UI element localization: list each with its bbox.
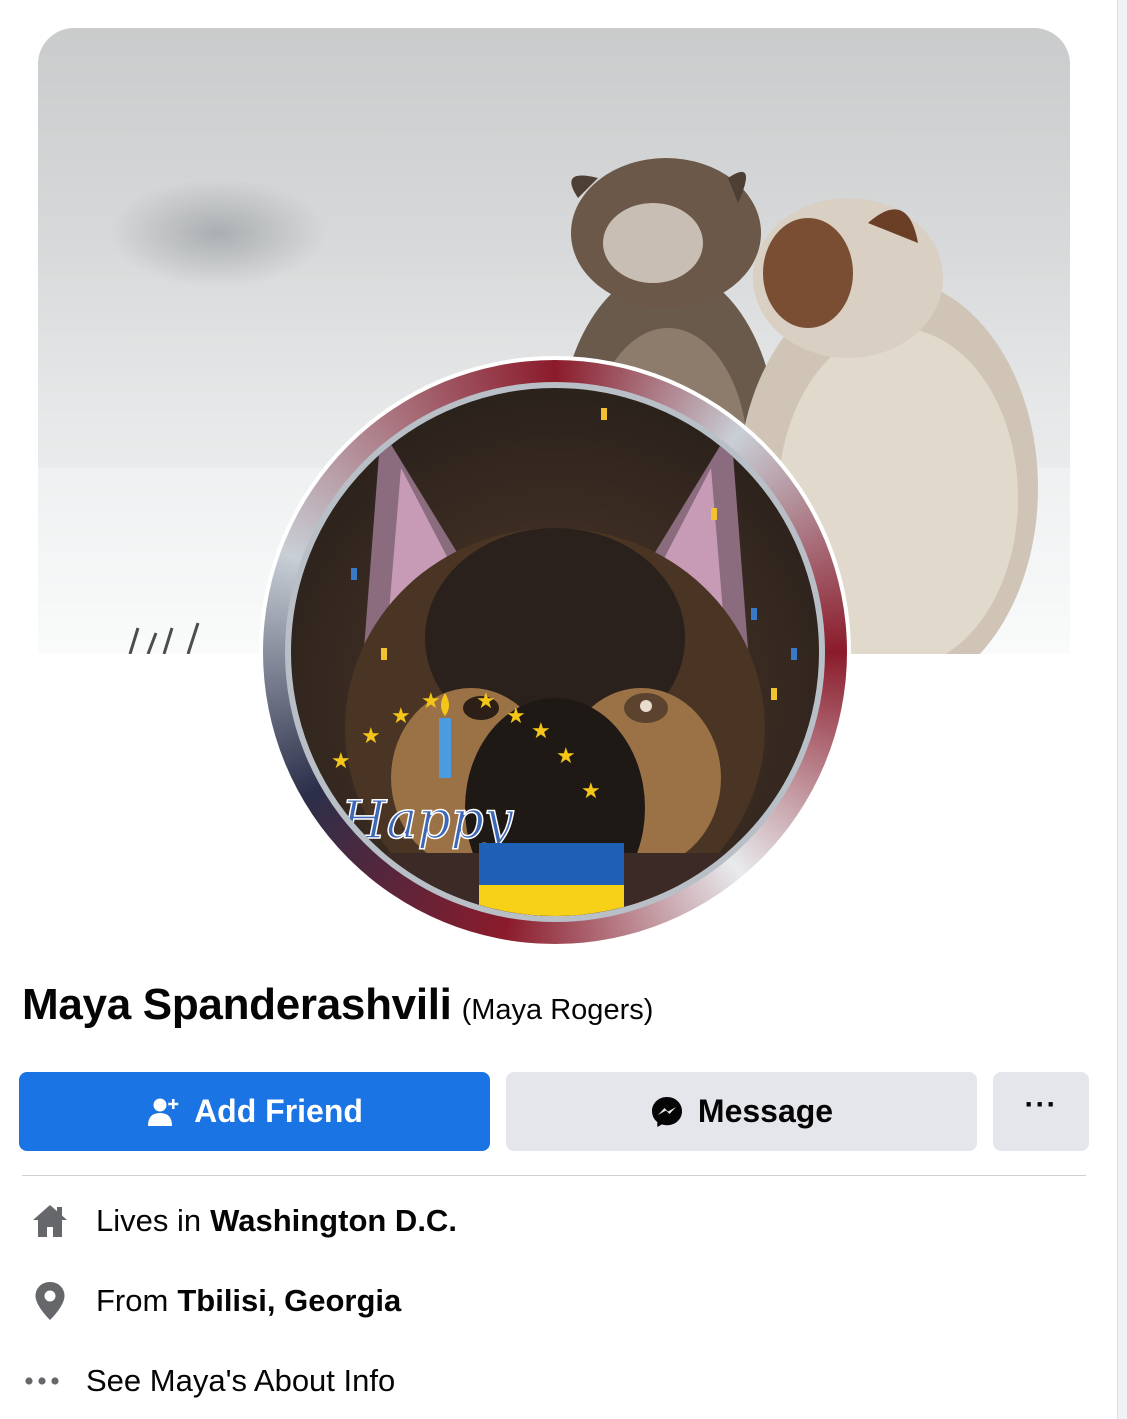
svg-text:★: ★ [331,749,351,774]
ellipsis-icon [24,1376,60,1386]
svg-text:★: ★ [556,744,576,769]
from-prefix: From [96,1283,169,1318]
intro-lives-in: Lives in Washington D.C. [30,1196,457,1246]
svg-text:★: ★ [361,724,381,749]
see-about-info-label: See Maya's About Info [86,1363,396,1398]
lives-in-prefix: Lives in [96,1203,202,1238]
svg-text:★: ★ [531,719,551,744]
avatar-dog-illustration: ★★★ ★ ★★ ★★★ Happy [331,408,797,916]
from-value[interactable]: Tbilisi, Georgia [177,1283,401,1319]
svg-text:★: ★ [391,704,411,729]
location-pin-icon [30,1281,70,1321]
svg-text:★: ★ [421,689,441,714]
svg-text:★: ★ [581,779,601,804]
home-icon [30,1203,70,1239]
profile-alternate-name: (Maya Rogers) [461,994,654,1026]
messenger-icon [650,1095,684,1129]
profile-name-row: Maya Spanderashvili (Maya Rogers) [22,980,1082,1030]
svg-text:★: ★ [506,704,526,729]
lives-in-value[interactable]: Washington D.C. [210,1203,457,1239]
see-about-info-link[interactable]: See Maya's About Info [24,1356,395,1406]
intro-from: From Tbilisi, Georgia [30,1276,401,1326]
ellipsis-icon: ··· [1024,1087,1058,1121]
profile-name: Maya Spanderashvili [22,980,452,1029]
more-options-button[interactable]: ··· [993,1072,1089,1151]
svg-text:★: ★ [476,689,496,714]
message-button[interactable]: Message [506,1072,977,1151]
add-friend-label: Add Friend [194,1093,363,1129]
avatar-happy-text: Happy [340,791,514,851]
person-plus-icon [146,1095,180,1129]
message-label: Message [697,1093,834,1129]
add-friend-button[interactable]: Add Friend [19,1072,490,1151]
divider [22,1175,1086,1176]
scrollbar-track[interactable] [1117,0,1127,1419]
avatar[interactable]: ★ ★ ★ ★ ★ ★ ★ ★ ★ Happy [285,382,825,922]
